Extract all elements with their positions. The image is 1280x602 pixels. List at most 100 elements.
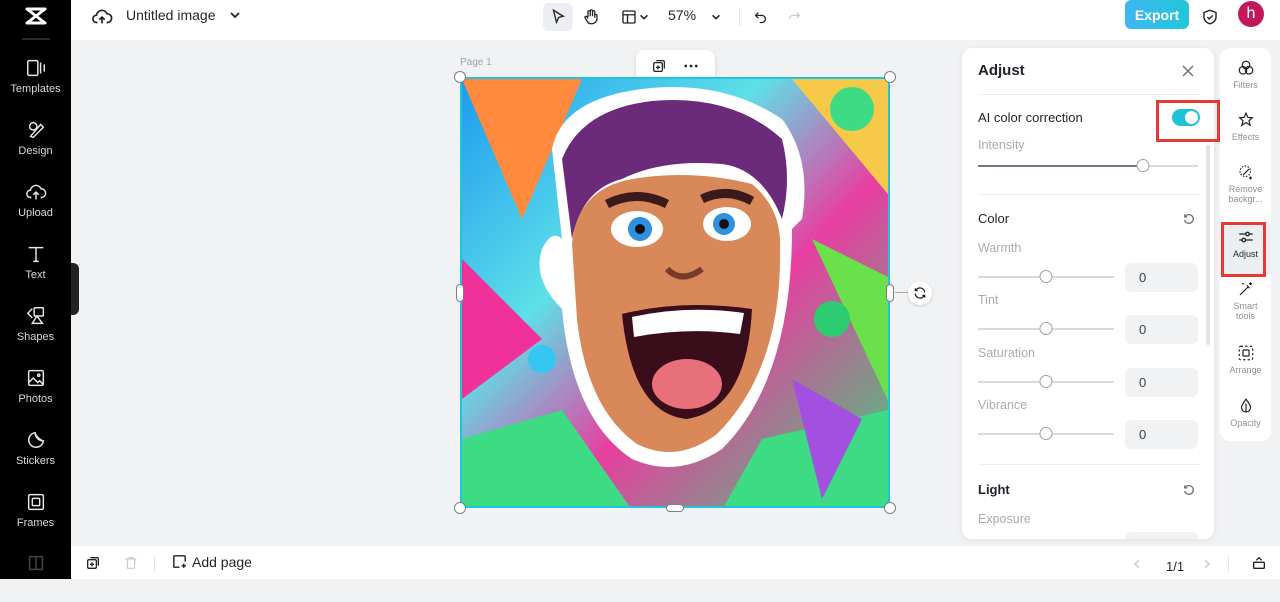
redo-icon — [788, 11, 800, 19]
divider — [1228, 556, 1229, 572]
page-label: Page 1 — [460, 57, 492, 68]
user-avatar[interactable]: h — [1238, 1, 1264, 27]
canvas-image[interactable] — [460, 77, 890, 508]
hand-icon — [584, 9, 598, 25]
shapes-icon — [26, 307, 44, 325]
highlight-box-adjust — [1221, 222, 1266, 277]
more-apps-icon — [28, 555, 43, 571]
intensity-slider[interactable] — [978, 159, 1198, 172]
sidebar-item-templates[interactable]: Templates — [0, 57, 71, 107]
reset-icon[interactable] — [1182, 483, 1196, 497]
divider — [154, 556, 155, 572]
undo-icon — [754, 11, 766, 23]
opacity-drop-icon — [1240, 398, 1251, 413]
divider — [978, 94, 1200, 95]
rail-item-label: Smart tools — [1233, 301, 1258, 321]
slider-fill — [978, 165, 1143, 167]
sidebar-item-upload[interactable]: Upload — [0, 181, 71, 231]
rotate-handle[interactable] — [908, 281, 932, 305]
resize-handle-right[interactable] — [886, 284, 894, 302]
page-indicator: 1/1 — [1166, 559, 1185, 574]
slider-thumb[interactable] — [1039, 322, 1053, 335]
chevron-down-icon[interactable] — [228, 8, 242, 22]
color-section-title: Color — [978, 211, 1010, 226]
filters-icon — [1238, 60, 1253, 75]
sidebar-item-frames[interactable]: Frames — [0, 491, 71, 541]
capcut-logo[interactable] — [22, 4, 50, 28]
chevron-down-icon — [640, 14, 648, 20]
previous-page-icon[interactable] — [1131, 558, 1143, 570]
rail-item-effects[interactable]: Effects — [1220, 111, 1271, 142]
vibrance-value-input[interactable]: 0 — [1125, 420, 1198, 449]
resize-handle-bottom-right[interactable] — [884, 502, 896, 514]
exposure-value-input[interactable] — [1125, 532, 1198, 539]
rail-item-filters[interactable]: Filters — [1220, 59, 1271, 90]
select-tool-button[interactable] — [543, 3, 573, 31]
rail-item-opacity[interactable]: Opacity — [1220, 397, 1271, 428]
hand-tool-button[interactable] — [577, 3, 605, 31]
vibrance-slider[interactable] — [978, 427, 1114, 440]
saturation-slider[interactable] — [978, 375, 1114, 388]
duplicate-icon[interactable] — [651, 58, 667, 74]
expand-pages-icon[interactable] — [1251, 555, 1267, 571]
resize-handle-bottom[interactable] — [666, 504, 684, 512]
duplicate-page-icon[interactable] — [85, 555, 101, 571]
add-page-button[interactable]: Add page — [171, 553, 252, 570]
slider-thumb[interactable] — [1136, 159, 1150, 172]
redo-button[interactable] — [783, 3, 805, 31]
sidebar-item-label: Design — [18, 145, 53, 157]
sidebar-item-more[interactable] — [0, 552, 71, 602]
zoom-dropdown-button[interactable] — [706, 3, 726, 31]
rail-item-label: Effects — [1231, 132, 1260, 142]
bottom-bar: Add page 1/1 — [71, 545, 1280, 579]
magic-wand-icon — [1239, 282, 1252, 296]
rail-item-smart-tools[interactable]: Smart tools — [1220, 280, 1271, 321]
close-icon[interactable] — [1180, 63, 1196, 79]
sidebar-item-stickers[interactable]: Stickers — [0, 429, 71, 479]
remove-background-icon — [1238, 165, 1252, 180]
reset-icon[interactable] — [1182, 212, 1196, 226]
layout-dropdown-button[interactable] — [615, 3, 655, 31]
shield-button[interactable] — [1199, 3, 1221, 31]
slider-thumb[interactable] — [1039, 427, 1053, 440]
undo-button[interactable] — [749, 3, 771, 31]
warmth-slider[interactable] — [978, 270, 1114, 283]
saturation-label: Saturation — [978, 346, 1035, 360]
export-button[interactable]: Export — [1125, 0, 1189, 29]
sidebar-item-label: Upload — [18, 207, 53, 219]
resize-handle-bottom-left[interactable] — [454, 502, 466, 514]
text-icon — [28, 246, 43, 263]
rail-item-arrange[interactable]: Arrange — [1220, 344, 1271, 375]
highlight-box-toggle — [1156, 100, 1220, 142]
warmth-value-input[interactable]: 0 — [1125, 263, 1198, 292]
resize-handle-top-right[interactable] — [884, 71, 896, 83]
add-page-label: Add page — [192, 553, 252, 570]
more-options-icon[interactable] — [682, 57, 700, 75]
panel-scrollbar[interactable] — [1206, 145, 1210, 345]
rail-item-remove-background[interactable]: Remove backgr... — [1220, 163, 1271, 204]
sidebar-item-label: Text — [25, 269, 46, 281]
zoom-level[interactable]: 57% — [668, 7, 696, 23]
left-sidebar: Templates Design Upload Text Shapes Phot… — [0, 0, 71, 579]
sidebar-item-text[interactable]: Text — [0, 243, 71, 293]
trash-icon[interactable] — [123, 555, 139, 571]
sidebar-collapse-handle[interactable] — [71, 263, 79, 315]
next-page-icon[interactable] — [1201, 558, 1213, 570]
chevron-down-icon — [712, 14, 720, 20]
cloud-save-icon[interactable] — [91, 6, 113, 28]
rail-item-label: Arrange — [1229, 365, 1262, 375]
saturation-value-input[interactable]: 0 — [1125, 368, 1198, 397]
document-title[interactable]: Untitled image — [126, 7, 216, 23]
slider-thumb[interactable] — [1039, 375, 1053, 388]
resize-handle-top-left[interactable] — [454, 71, 466, 83]
sidebar-item-design[interactable]: Design — [0, 119, 71, 169]
tint-value-input[interactable]: 0 — [1125, 315, 1198, 344]
sidebar-item-photos[interactable]: Photos — [0, 367, 71, 417]
light-section-title: Light — [978, 482, 1010, 497]
slider-thumb[interactable] — [1039, 270, 1053, 283]
rail-divider — [22, 38, 50, 40]
resize-handle-left[interactable] — [456, 284, 464, 302]
sidebar-item-label: Templates — [10, 83, 61, 95]
sidebar-item-shapes[interactable]: Shapes — [0, 305, 71, 355]
tint-slider[interactable] — [978, 322, 1114, 335]
